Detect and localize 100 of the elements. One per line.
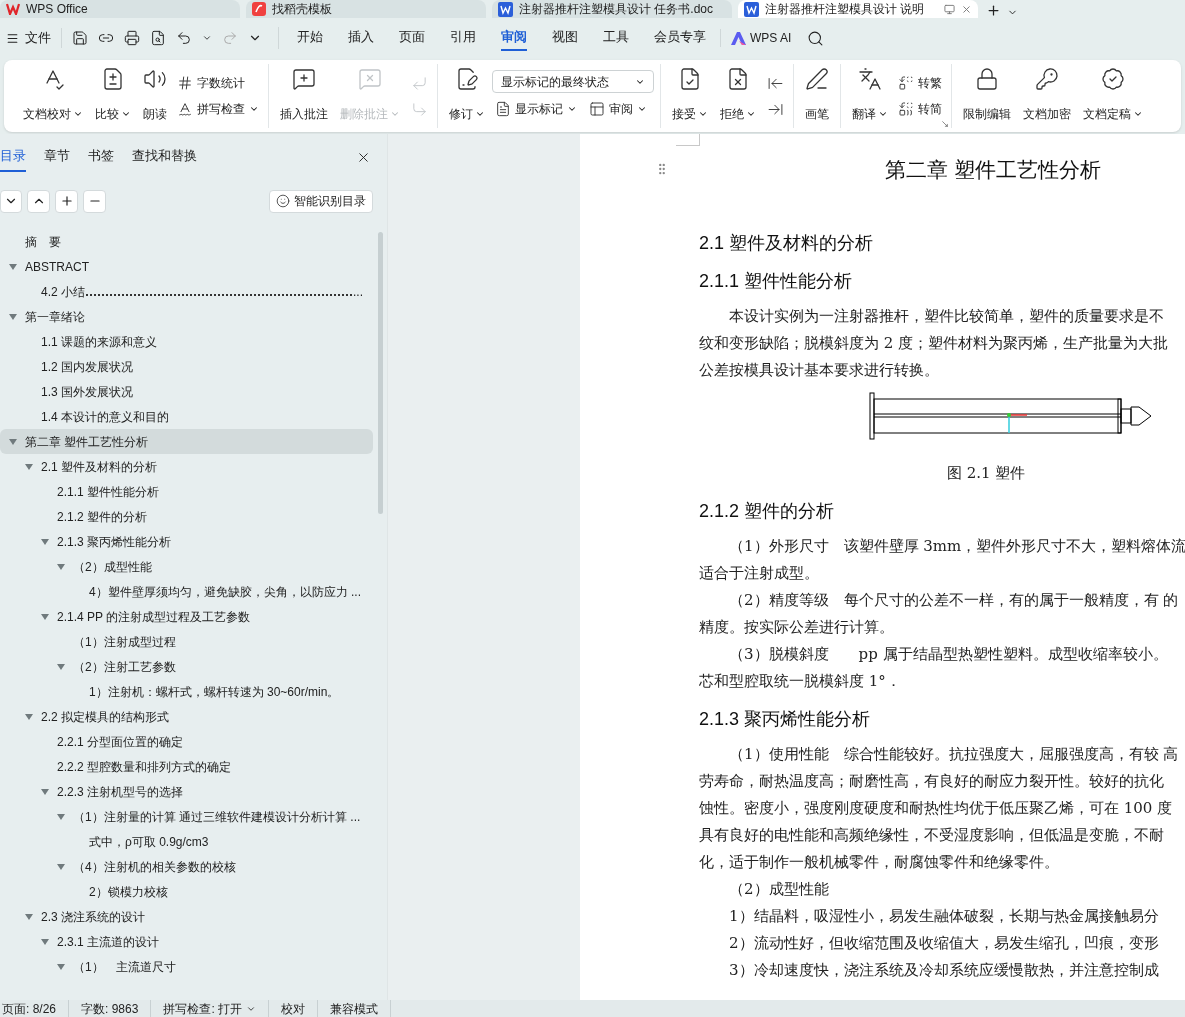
panel-tab[interactable]: 查找和替换 — [132, 142, 197, 172]
outline-item[interactable]: 1.3 国外发展状况 — [0, 379, 373, 404]
ribbon-tab[interactable]: 视图 — [552, 25, 578, 51]
convert-icon — [898, 101, 914, 117]
panel-tab[interactable]: 章节 — [44, 142, 70, 172]
ribbon-button[interactable]: 朗读 — [138, 65, 172, 127]
ribbon-button[interactable]: 画笔 — [800, 65, 834, 127]
expanded-triangle-icon[interactable] — [41, 537, 49, 546]
outline-item[interactable]: 1）注射机：螺杆式，螺杆转速为 30~60r/min。 — [0, 679, 373, 704]
search-icon[interactable] — [807, 29, 825, 47]
outline-item[interactable]: 2.3 浇注系统的设计 — [0, 904, 373, 929]
markup-select[interactable]: 显示标记的最终状态 — [492, 70, 654, 93]
ribbon-tab[interactable]: 会员专享 — [654, 25, 706, 51]
print-preview-icon[interactable] — [150, 30, 166, 46]
ribbon-button[interactable]: 限制编辑 — [958, 65, 1016, 127]
outline-item[interactable]: 1.2 国内发展状况 — [0, 354, 373, 379]
outline-item[interactable]: 2.2.3 注射机型号的选择 — [0, 779, 373, 804]
ribbon-button[interactable]: 转简 — [895, 96, 945, 122]
outline-item[interactable]: （1）注射成型过程 — [0, 629, 373, 654]
ribbon-button[interactable]: 拼写检查 — [174, 96, 262, 122]
ribbon-button[interactable]: 接受 — [667, 65, 713, 127]
panel-tab[interactable]: 书签 — [88, 142, 114, 172]
ribbon-button[interactable]: 文档加密 — [1018, 65, 1076, 127]
expanded-triangle-icon[interactable] — [57, 562, 65, 571]
ribbon-tab[interactable]: 开始 — [297, 25, 323, 51]
expanded-triangle-icon[interactable] — [9, 437, 17, 446]
outline-item[interactable]: 4.2 小结 ... — [0, 279, 373, 304]
paragraph-line: 具有良好的电性能和高频绝缘性，不受湿度影响，但低温是变脆，不耐 — [699, 825, 1165, 846]
ribbon-button[interactable]: 翻译 — [847, 65, 893, 127]
outline-item[interactable]: 2.1.3 聚丙烯性能分析 — [0, 529, 373, 554]
add-button[interactable] — [55, 189, 78, 213]
panel-tab[interactable]: 目录 — [0, 142, 26, 172]
outline-item[interactable]: （2）成型性能 — [0, 554, 373, 579]
outline-item[interactable]: （1）注射量的计算 通过三维软件建模设计分析计算 ... — [0, 804, 373, 829]
expanded-triangle-icon[interactable] — [9, 262, 17, 271]
outline-item[interactable]: 2.2.2 型腔数量和排列方式的确定 — [0, 754, 373, 779]
monitor-icon[interactable] — [944, 3, 955, 15]
ribbon-tab[interactable]: 引用 — [450, 25, 476, 51]
outline-item[interactable]: 2.1.1 塑件性能分析 — [0, 479, 373, 504]
paragraph-line: 2）流动性好，但收缩范围及收缩值大，易发生缩孔，凹痕，变形 — [728, 933, 1160, 954]
expanded-triangle-icon[interactable] — [57, 962, 65, 971]
print-icon[interactable] — [124, 30, 140, 46]
expanded-triangle-icon[interactable] — [57, 812, 65, 821]
expand-button[interactable] — [0, 189, 22, 213]
wps-ai-button[interactable]: WPS AI — [731, 29, 792, 47]
outline-item[interactable]: （2）注射工艺参数 — [0, 654, 373, 679]
outline-item[interactable]: 2.1.4 PP 的注射成型过程及工艺参数 — [0, 604, 373, 629]
window-tab[interactable]: WPS Office — [0, 0, 240, 18]
ribbon-button[interactable]: 文档校对 — [18, 65, 88, 127]
outline-item[interactable]: 第一章绪论 — [0, 304, 373, 329]
expanded-triangle-icon[interactable] — [57, 662, 65, 671]
outline-item[interactable]: 第二章 塑件工艺性分析 — [0, 429, 373, 454]
outline-item[interactable]: （1） 主流道尺寸 — [0, 954, 373, 979]
outline-item[interactable]: （4）注射机的相关参数的校核 — [0, 854, 373, 879]
outline-item[interactable]: 2.1 塑件及材料的分析 — [0, 454, 373, 479]
expanded-triangle-icon[interactable] — [9, 312, 17, 321]
outline-item[interactable]: 1.4 本设计的意义和目的 — [0, 404, 373, 429]
remove-button[interactable] — [83, 189, 106, 213]
outline-item[interactable]: 2）锁模力校核 — [0, 879, 373, 904]
file-menu[interactable]: 文件 — [6, 28, 62, 48]
ribbon-button[interactable]: 显示标记 — [492, 96, 580, 122]
expanded-triangle-icon[interactable] — [41, 787, 49, 796]
launcher-icon[interactable] — [941, 120, 949, 128]
ribbon-button[interactable]: 字数统计 — [174, 70, 248, 96]
save-icon[interactable] — [72, 30, 88, 46]
window-tab[interactable]: 注射器推杆注塑模具设计 说明 — [738, 0, 978, 18]
outline-item[interactable]: 2.1.2 塑件的分析 — [0, 504, 373, 529]
ribbon-tab[interactable]: 审阅 — [501, 25, 527, 51]
expanded-triangle-icon[interactable] — [57, 862, 65, 871]
expanded-triangle-icon[interactable] — [25, 462, 33, 471]
status-menu[interactable]: 拼写检查: 打开 — [151, 999, 270, 1017]
outline-item[interactable]: 摘 要 — [0, 229, 373, 254]
outline-item[interactable]: ABSTRACT — [0, 254, 373, 279]
window-tab[interactable]: 注射器推杆注塑模具设计 任务书.doc — [492, 0, 732, 18]
ribbon-button[interactable]: 审阅 — [586, 96, 650, 122]
expanded-triangle-icon[interactable] — [25, 912, 33, 921]
ribbon-tab[interactable]: 工具 — [603, 25, 629, 51]
outline-item[interactable]: 2.3.1 主流道的设计 — [0, 929, 373, 954]
ribbon-button[interactable]: 修订 — [444, 65, 490, 127]
ribbon-button[interactable]: 比较 — [90, 65, 136, 127]
ribbon-button[interactable]: 拒绝 — [715, 65, 761, 127]
ribbon-tab[interactable]: 页面 — [399, 25, 425, 51]
ribbon-button[interactable]: 文档定稿 — [1078, 65, 1148, 127]
ribbon-tab[interactable]: 插入 — [348, 25, 374, 51]
expanded-triangle-icon[interactable] — [41, 937, 49, 946]
collapse-button[interactable] — [27, 189, 50, 213]
outline-item[interactable]: 式中，ρ可取 0.9g/cm3 — [0, 829, 373, 854]
undo-icon[interactable] — [176, 30, 192, 46]
ribbon-button[interactable]: 插入批注 — [275, 65, 333, 127]
outline-item[interactable]: 4）塑件壁厚须均匀，避免缺胶，尖角，以防应力 ... — [0, 579, 373, 604]
window-tab[interactable]: 找稻壳模板 — [246, 0, 486, 18]
new-tab-icon[interactable] — [986, 3, 1001, 18]
expanded-triangle-icon[interactable] — [41, 612, 49, 621]
scrollbar-thumb[interactable] — [378, 232, 383, 514]
outline-item[interactable]: 2.2 拟定模具的结构形式 — [0, 704, 373, 729]
expanded-triangle-icon[interactable] — [25, 712, 33, 721]
outline-item[interactable]: 1.1 课题的来源和意义 — [0, 329, 373, 354]
outline-item[interactable]: 2.2.1 分型面位置的确定 — [0, 729, 373, 754]
ribbon-button[interactable]: 转繁 — [895, 70, 945, 96]
smart-toc-button[interactable]: 智能识别目录 — [269, 189, 373, 213]
